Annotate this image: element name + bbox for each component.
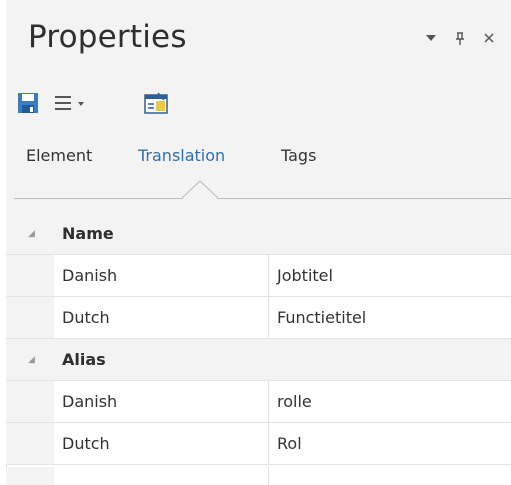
window-title: Properties [28,19,187,55]
properties-window-icon[interactable] [143,90,169,116]
close-icon[interactable] [483,32,495,47]
properties-window: Properties Element Translation Tags ◢ Na… [6,0,511,485]
category-label: Alias [62,350,106,369]
property-row[interactable]: Danish Jobtitel [6,255,511,297]
toolbar [6,80,511,124]
tab-strip: Element Translation Tags [6,124,511,200]
property-name: Dutch [62,308,110,327]
collapse-triangle-icon[interactable]: ◢ [28,355,35,365]
property-value[interactable]: Jobtitel [277,255,333,296]
property-value[interactable]: Rol [277,423,302,464]
category-label: Name [62,224,114,243]
tab-translation[interactable]: Translation [138,146,225,165]
tab-divider [14,198,511,199]
window-menu-icon[interactable] [425,32,437,47]
property-row[interactable]: Dutch Rol [6,423,511,465]
active-tab-indicator [182,180,218,200]
property-value[interactable]: rolle [277,381,312,422]
property-row[interactable]: Dutch Functietitel [6,297,511,339]
property-value[interactable]: Functietitel [277,297,366,338]
property-name: Dutch [62,434,110,453]
property-row[interactable]: Danish rolle [6,381,511,423]
property-name: Danish [62,266,118,285]
tab-element[interactable]: Element [26,146,92,165]
hamburger-menu-icon[interactable] [51,90,91,116]
tab-tags[interactable]: Tags [281,146,316,165]
empty-grid-area [6,467,511,485]
save-icon[interactable] [16,90,40,116]
collapse-triangle-icon[interactable]: ◢ [28,229,35,239]
category-row-alias[interactable]: ◢ Alias [6,339,511,381]
pin-icon[interactable] [454,32,466,49]
property-name: Danish [62,392,118,411]
title-bar: Properties [6,0,511,80]
category-row-name[interactable]: ◢ Name [6,213,511,255]
